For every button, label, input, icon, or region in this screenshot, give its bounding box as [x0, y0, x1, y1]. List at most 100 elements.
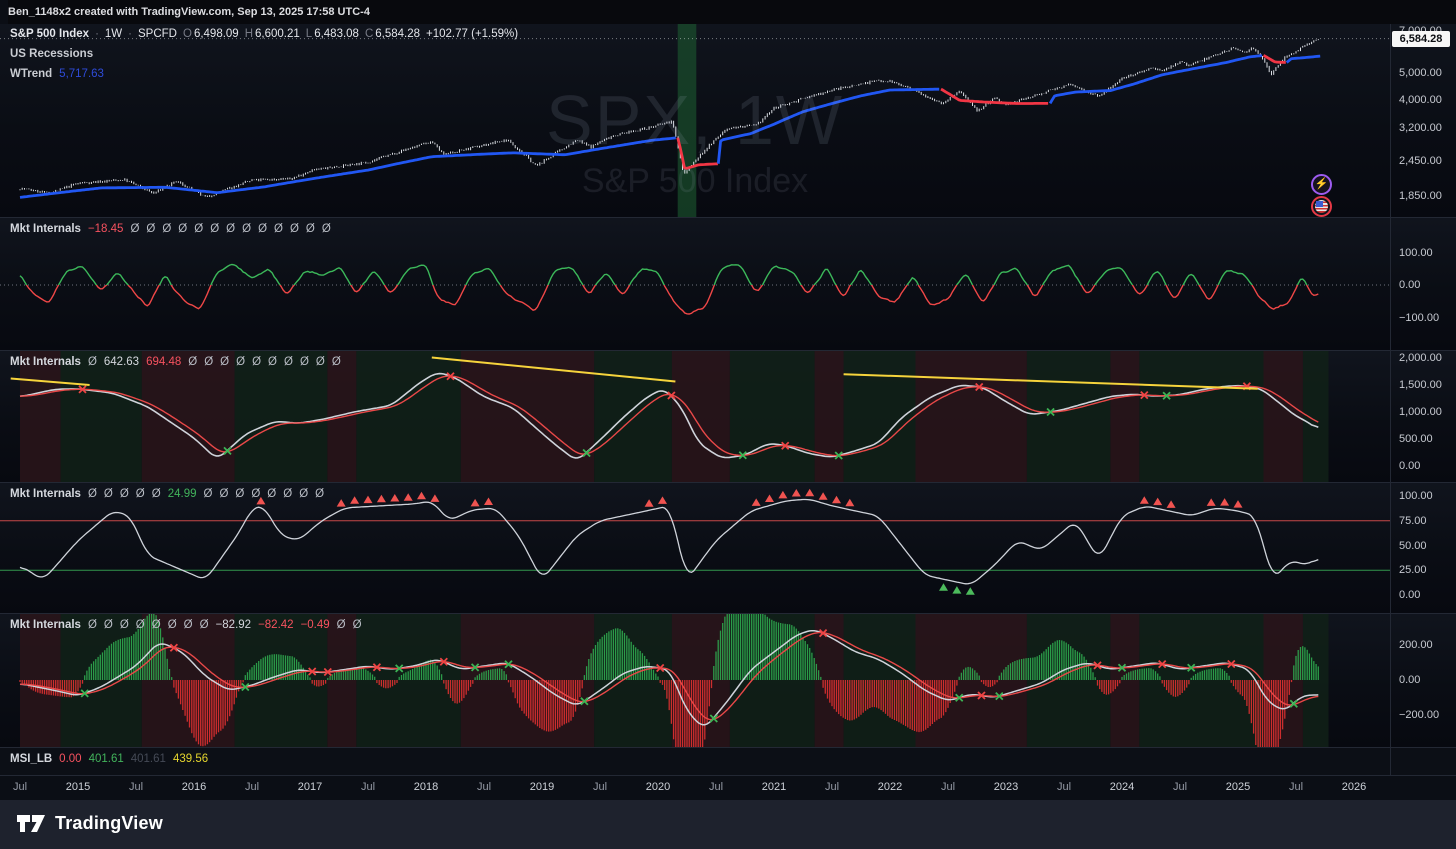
legend-value: Ø [316, 356, 325, 368]
legend-value: 24.99 [168, 488, 197, 500]
pane-separator[interactable] [0, 613, 1456, 614]
time-axis-label: Jul [361, 781, 375, 793]
symbol-watermark-subtitle: S&P 500 Index [0, 162, 1390, 201]
legend-value: 401.61 [89, 753, 124, 765]
price-scale-label: 0.00 [1399, 589, 1420, 601]
pane-separator[interactable] [0, 350, 1456, 351]
legend-part: L [306, 28, 312, 40]
legend-value: 401.61 [131, 753, 166, 765]
legend-value: Ø [242, 223, 251, 235]
legend-part: +102.77 (+1.59%) [426, 28, 518, 40]
bottom-toolbar: TradingView [0, 800, 1456, 849]
legend-value: Ø [88, 488, 97, 500]
price-scale-label: 2,000.00 [1399, 352, 1442, 364]
pane-separator[interactable] [0, 747, 1456, 748]
legend-value: Ø [251, 488, 260, 500]
indicator-legend[interactable]: Mkt InternalsØØØØØ24.99ØØØØØØØØ [10, 488, 324, 500]
legend-value: Ø [194, 223, 203, 235]
price-scale-label: 0.00 [1399, 279, 1420, 291]
price-scale-label: −200.00 [1399, 709, 1439, 721]
legend-value: Ø [104, 619, 113, 631]
indicator-legend[interactable]: US Recessions [10, 48, 93, 60]
internals-macd-pane[interactable]: Mkt InternalsØØØØØØØØ−82.92−82.42−0.49ØØ [0, 614, 1456, 747]
price-scale-label: 5,000.00 [1399, 67, 1442, 79]
price-scale-label: 500.00 [1399, 433, 1433, 445]
legend-value: Ø [184, 619, 193, 631]
time-axis-label: 2024 [1110, 781, 1134, 793]
legend-value: Ø [136, 488, 145, 500]
price-scale-label: 1,000.00 [1399, 406, 1442, 418]
msi-lb-pane[interactable]: MSI_LB0.00401.61401.61439.56 [0, 748, 1456, 775]
internals-percent-pane[interactable]: Mkt InternalsØØØØØ24.99ØØØØØØØØ [0, 483, 1456, 613]
legend-value: Ø [268, 356, 277, 368]
time-axis-label: 2022 [878, 781, 902, 793]
legend-part: 6,584.28 [375, 28, 420, 40]
legend-value: Ø [168, 619, 177, 631]
main-price-pane[interactable]: SPX, 1W S&P 500 Index S&P 500 Index·1W·S… [0, 24, 1456, 217]
internals-oscillator-pane[interactable]: Mkt Internals−18.45ØØØØØØØØØØØØØ [0, 218, 1456, 350]
time-axis-label: 2015 [66, 781, 90, 793]
price-scale-label: 200.00 [1399, 639, 1433, 651]
legend-value: Ø [200, 619, 209, 631]
time-axis-label: 2025 [1226, 781, 1250, 793]
indicator-legend[interactable]: WTrend 5,717.63 [10, 68, 104, 80]
time-axis-label: 2021 [762, 781, 786, 793]
tradingview-logo[interactable]: TradingView [16, 811, 163, 835]
time-axis-label: 2016 [182, 781, 206, 793]
time-axis-label: 2026 [1342, 781, 1366, 793]
time-axis-label: 2017 [298, 781, 322, 793]
legend-title: Mkt Internals [10, 488, 81, 500]
tradingview-logo-icon [16, 811, 46, 835]
pane-separator[interactable] [0, 217, 1456, 218]
legend-value: −82.42 [258, 619, 294, 631]
legend-title: WTrend [10, 68, 52, 80]
price-scale-label: 0.00 [1399, 674, 1420, 686]
legend-value: Ø [332, 356, 341, 368]
legend-value: Ø [267, 488, 276, 500]
time-axis-label: Jul [1289, 781, 1303, 793]
legend-value: −18.45 [88, 223, 124, 235]
legend-value: Ø [219, 488, 228, 500]
tradingview-screenshot: Ben_1148x2 created with TradingView.com,… [0, 0, 1456, 849]
indicator-legend[interactable]: Mkt InternalsØ642.63694.48ØØØØØØØØØØ [10, 356, 341, 368]
time-axis-label: Jul [245, 781, 259, 793]
legend-part: O [183, 28, 192, 40]
legend-value: Ø [274, 223, 283, 235]
legend-value: Ø [120, 488, 129, 500]
lightning-icon[interactable]: ⚡ [1311, 174, 1332, 195]
legend-value: Ø [299, 488, 308, 500]
legend-value: Ø [210, 223, 219, 235]
legend-value: Ø [162, 223, 171, 235]
price-scale-label: 100.00 [1399, 490, 1433, 502]
legend-value: Ø [258, 223, 267, 235]
legend-value: Ø [252, 356, 261, 368]
pane-separator[interactable] [0, 482, 1456, 483]
pane4-plot [0, 483, 1390, 613]
legend-title: US Recessions [10, 48, 93, 60]
time-axis[interactable]: Jul2015Jul2016Jul2017Jul2018Jul2019Jul20… [0, 776, 1456, 800]
indicator-legend[interactable]: Mkt Internals−18.45ØØØØØØØØØØØØØ [10, 223, 331, 235]
tradingview-logo-text: TradingView [55, 813, 163, 834]
internals-cumulative-pane[interactable]: Mkt InternalsØ642.63694.48ØØØØØØØØØØ [0, 351, 1456, 482]
indicator-legend[interactable]: MSI_LB0.00401.61401.61439.56 [10, 753, 208, 765]
legend-value: Ø [337, 619, 346, 631]
time-axis-label: 2020 [646, 781, 670, 793]
legend-value: 5,717.63 [59, 68, 104, 80]
legend-value: 439.56 [173, 753, 208, 765]
price-scale-label: 1,500.00 [1399, 379, 1442, 391]
pane3-plot [0, 351, 1390, 482]
price-scale-label: −100.00 [1399, 312, 1439, 324]
legend-value: Ø [283, 488, 292, 500]
symbol-legend[interactable]: S&P 500 Index·1W·SPCFDO6,498.09H6,600.21… [10, 28, 518, 40]
indicator-legend[interactable]: Mkt InternalsØØØØØØØØ−82.92−82.42−0.49ØØ [10, 619, 362, 631]
legend-value: Ø [120, 619, 129, 631]
price-axis[interactable]: 7,000.005,000.004,000.003,200.002,450.00… [1390, 24, 1456, 776]
paneMain-plot [0, 24, 1390, 217]
time-axis-label: Jul [593, 781, 607, 793]
price-scale-label: 1,850.00 [1399, 190, 1442, 202]
legend-value: Ø [226, 223, 235, 235]
us-flag-icon[interactable] [1311, 196, 1332, 217]
legend-title: Mkt Internals [10, 223, 81, 235]
price-scale-label: 75.00 [1399, 515, 1427, 527]
legend-value: 694.48 [146, 356, 181, 368]
